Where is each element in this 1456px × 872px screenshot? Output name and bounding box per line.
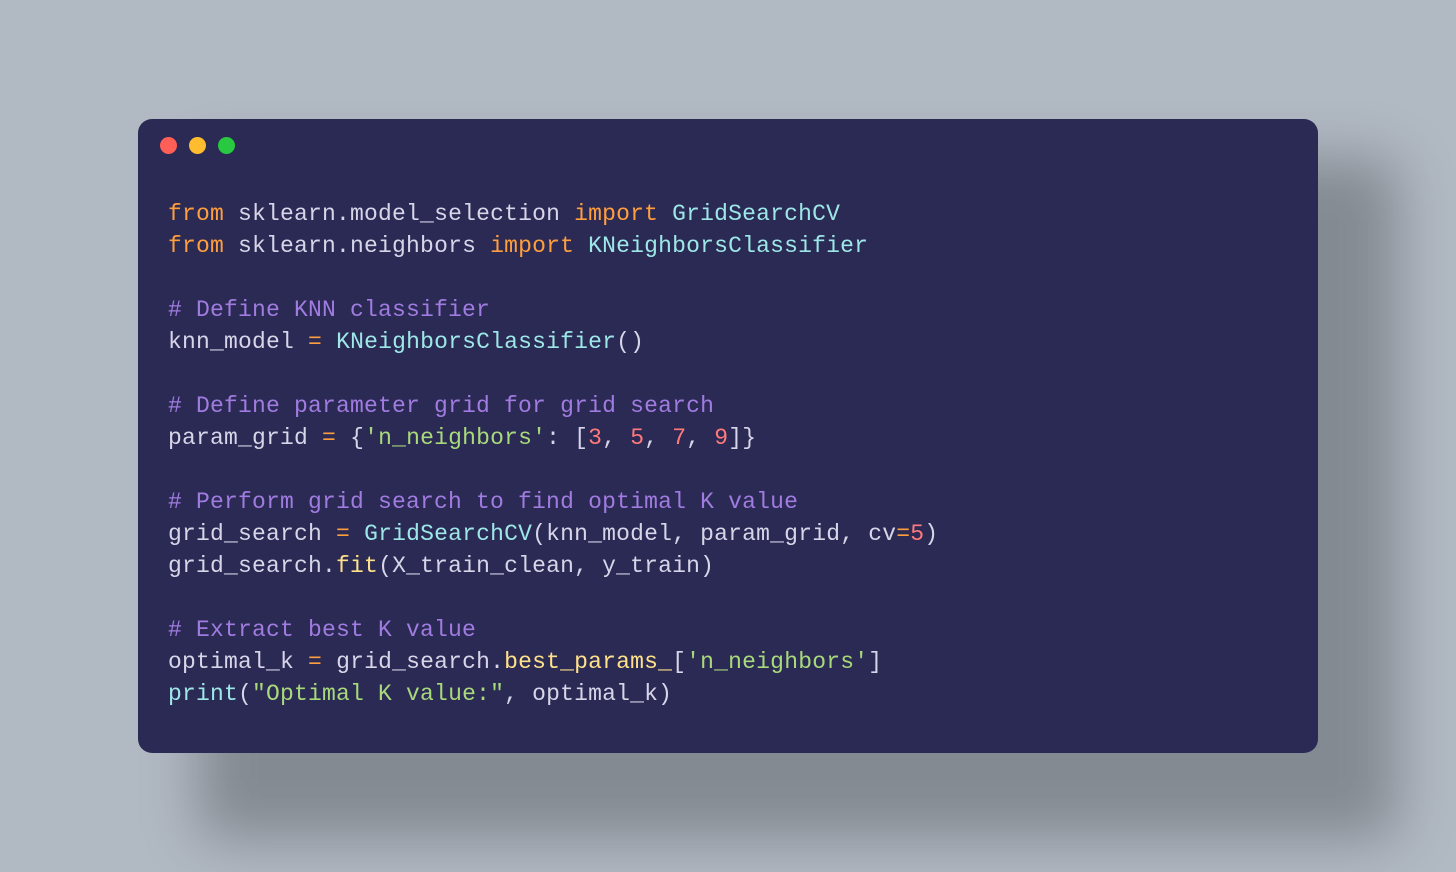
dot: . xyxy=(490,649,504,675)
variable: grid_search xyxy=(168,521,322,547)
operator-assign: = xyxy=(336,521,350,547)
keyword-import: import xyxy=(490,233,574,259)
string-literal: 'n_neighbors' xyxy=(364,425,546,451)
paren-open: ( xyxy=(532,521,546,547)
number-literal: 7 xyxy=(672,425,686,451)
string-literal: "Optimal K value:" xyxy=(252,681,504,707)
comma: , xyxy=(602,425,630,451)
variable: grid_search xyxy=(336,649,490,675)
number-literal: 3 xyxy=(588,425,602,451)
arg: param_grid xyxy=(700,521,840,547)
dot: . xyxy=(322,553,336,579)
keyword-import: import xyxy=(574,201,658,227)
variable: optimal_k xyxy=(168,649,294,675)
window-titlebar xyxy=(138,119,1318,171)
code-comment: # Define parameter grid for grid search xyxy=(168,393,714,419)
code-comment: # Define KNN classifier xyxy=(168,297,490,323)
paren-open: ( xyxy=(378,553,392,579)
attribute: best_params_ xyxy=(504,649,672,675)
number-literal: 5 xyxy=(630,425,644,451)
class-call: GridSearchCV xyxy=(364,521,532,547)
bracket-open: [ xyxy=(672,649,686,675)
bracket-close: ] xyxy=(728,425,742,451)
comma: , xyxy=(574,553,602,579)
code-comment: # Perform grid search to find optimal K … xyxy=(168,489,798,515)
paren-close: ) xyxy=(658,681,672,707)
comma: , xyxy=(644,425,672,451)
comma: , xyxy=(686,425,714,451)
method-call: fit xyxy=(336,553,378,579)
window-minimize-icon[interactable] xyxy=(189,137,206,154)
brace-close: } xyxy=(742,425,756,451)
builtin-call: print xyxy=(168,681,238,707)
operator-assign: = xyxy=(322,425,336,451)
keyword-from: from xyxy=(168,233,224,259)
code-window-wrap: from sklearn.model_selection import Grid… xyxy=(138,119,1318,753)
arg: X_train_clean xyxy=(392,553,574,579)
brace-open: { xyxy=(350,425,364,451)
comma: , xyxy=(672,521,700,547)
window-zoom-icon[interactable] xyxy=(218,137,235,154)
variable: grid_search xyxy=(168,553,322,579)
bracket-close: ] xyxy=(868,649,882,675)
module-path: sklearn.model_selection xyxy=(238,201,560,227)
operator-assign: = xyxy=(308,649,322,675)
module-path: sklearn.neighbors xyxy=(238,233,476,259)
imported-class: GridSearchCV xyxy=(672,201,840,227)
comma: , xyxy=(504,681,532,707)
class-call: KNeighborsClassifier xyxy=(336,329,616,355)
code-window: from sklearn.model_selection import Grid… xyxy=(138,119,1318,753)
kwarg-name: cv xyxy=(868,521,896,547)
arg: knn_model xyxy=(546,521,672,547)
colon: : xyxy=(546,425,560,451)
bracket-open: [ xyxy=(574,425,588,451)
variable: knn_model xyxy=(168,329,294,355)
imported-class: KNeighborsClassifier xyxy=(588,233,868,259)
window-close-icon[interactable] xyxy=(160,137,177,154)
keyword-from: from xyxy=(168,201,224,227)
paren-close: ) xyxy=(700,553,714,579)
arg: optimal_k xyxy=(532,681,658,707)
number-literal: 5 xyxy=(910,521,924,547)
comma: , xyxy=(840,521,868,547)
operator-assign: = xyxy=(896,521,910,547)
code-comment: # Extract best K value xyxy=(168,617,476,643)
code-block: from sklearn.model_selection import Grid… xyxy=(138,171,1318,753)
paren-close: ) xyxy=(924,521,938,547)
arg: y_train xyxy=(602,553,700,579)
string-literal: 'n_neighbors' xyxy=(686,649,868,675)
operator-assign: = xyxy=(308,329,322,355)
variable: param_grid xyxy=(168,425,308,451)
paren-open: ( xyxy=(238,681,252,707)
number-literal: 9 xyxy=(714,425,728,451)
parens: () xyxy=(616,329,644,355)
